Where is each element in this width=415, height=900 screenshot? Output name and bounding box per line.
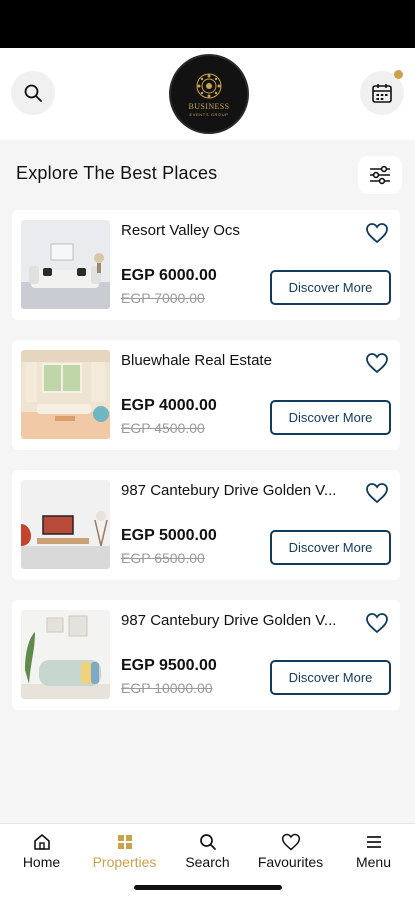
discover-more-button[interactable]: Discover More [270, 530, 391, 565]
listing-title: Bluewhale Real Estate [121, 352, 272, 369]
listing-card[interactable]: Resort Valley Ocs EGP 6000.00 EGP 7000.0… [12, 210, 400, 320]
status-bar [0, 0, 415, 48]
listing-old-price: EGP 7000.00 [121, 290, 205, 306]
heart-icon [281, 833, 300, 851]
listing-old-price: EGP 6500.00 [121, 550, 205, 566]
search-icon [24, 84, 42, 102]
grid-icon [117, 835, 132, 849]
discover-more-button[interactable]: Discover More [270, 400, 391, 435]
logo-mark-icon [196, 73, 222, 99]
listing-price: EGP 6000.00 [121, 267, 217, 284]
listing-old-price: EGP 10000.00 [121, 680, 213, 696]
listing-price: EGP 9500.00 [121, 657, 217, 674]
listing-price: EGP 5000.00 [121, 527, 217, 544]
listing-card[interactable]: 987 Cantebury Drive Golden V... EGP 9500… [12, 600, 400, 710]
logo-subtext: EVENTS GROUP [189, 112, 229, 117]
search-icon [199, 834, 216, 850]
nav-label: Search [185, 854, 230, 870]
heart-icon[interactable] [365, 352, 389, 374]
filter-button[interactable] [358, 156, 402, 194]
listing-price: EGP 4000.00 [121, 397, 217, 414]
notification-dot [394, 70, 403, 79]
listing-title: Resort Valley Ocs [121, 222, 240, 239]
menu-icon [366, 836, 381, 848]
home-indicator [134, 885, 282, 890]
listing-title: 987 Cantebury Drive Golden V... [121, 482, 337, 499]
property-photo [21, 350, 110, 439]
nav-item-properties[interactable]: Properties [83, 832, 166, 870]
calendar-icon [372, 84, 392, 103]
heart-icon[interactable] [365, 482, 389, 504]
discover-more-button[interactable]: Discover More [270, 660, 391, 695]
property-photo [21, 480, 110, 569]
property-photo [21, 220, 110, 309]
logo-text: BUSINESS [188, 102, 230, 111]
nav-item-favourites[interactable]: Favourites [249, 832, 332, 870]
discover-more-button[interactable]: Discover More [270, 270, 391, 305]
listing-card[interactable]: Bluewhale Real Estate EGP 4000.00 EGP 45… [12, 340, 400, 450]
app-header: BUSINESS EVENTS GROUP [0, 48, 415, 140]
listing-card[interactable]: 987 Cantebury Drive Golden V... EGP 5000… [12, 470, 400, 580]
nav-item-menu[interactable]: Menu [332, 832, 415, 870]
nav-label: Menu [355, 854, 392, 870]
nav-label: Home [22, 854, 61, 870]
property-photo [21, 610, 110, 699]
listing-old-price: EGP 4500.00 [121, 420, 205, 436]
heart-icon[interactable] [365, 222, 389, 244]
nav-item-home[interactable]: Home [0, 832, 83, 870]
section-title: Explore The Best Places [16, 163, 218, 183]
brand-logo: BUSINESS EVENTS GROUP [171, 56, 247, 132]
sliders-icon [370, 165, 390, 185]
nav-label: Favourites [257, 854, 324, 870]
home-icon [33, 834, 50, 850]
listing-title: 987 Cantebury Drive Golden V... [121, 612, 337, 629]
heart-icon[interactable] [365, 612, 389, 634]
nav-item-search[interactable]: Search [166, 832, 249, 870]
search-button[interactable] [11, 71, 55, 115]
nav-label: Properties [92, 854, 157, 870]
